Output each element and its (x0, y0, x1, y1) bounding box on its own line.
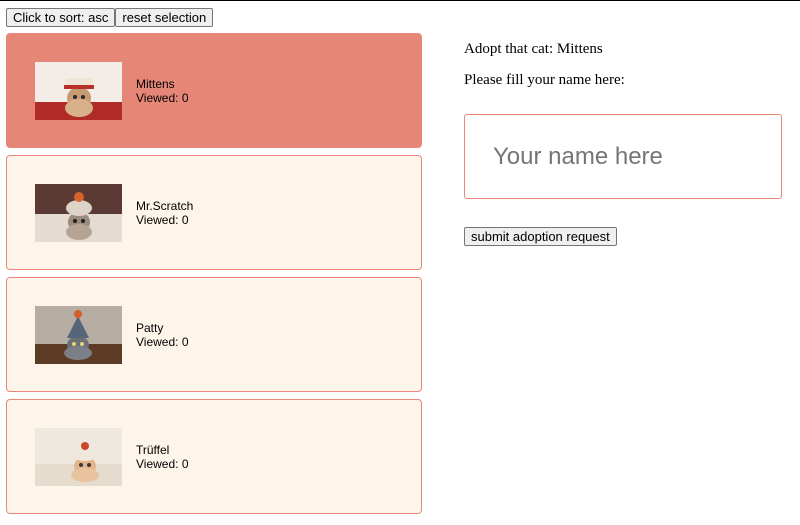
viewed-count: Viewed: 0 (136, 335, 189, 349)
name-prompt: Please fill your name here: (464, 72, 625, 88)
viewed-count: Viewed: 0 (136, 213, 189, 227)
submit-adoption-button[interactable]: submit adoption request (464, 227, 617, 246)
cat-photo (35, 428, 122, 486)
cat-card-mittens[interactable]: Mittens Viewed: 0 (6, 33, 422, 148)
viewed-count: Viewed: 0 (136, 91, 189, 105)
toolbar: Click to sort: asc reset selection (6, 8, 214, 27)
reset-selection-button[interactable]: reset selection (115, 8, 214, 27)
cat-name: Mittens (136, 77, 175, 91)
cat-card-mr-scratch[interactable]: Mr.Scratch Viewed: 0 (6, 155, 422, 270)
cat-photo (35, 62, 122, 120)
cat-name: Trüffel (136, 443, 170, 457)
cat-name: Mr.Scratch (136, 199, 194, 213)
selected-cat-name: Mittens (556, 41, 603, 57)
cat-photo (35, 184, 122, 242)
cat-name: Patty (136, 321, 164, 335)
top-border (0, 0, 800, 1)
cat-photo (35, 306, 122, 364)
cat-card-patty[interactable]: Patty Viewed: 0 (6, 277, 422, 392)
name-input[interactable] (464, 114, 782, 199)
cat-card-truffel[interactable]: Trüffel Viewed: 0 (6, 399, 422, 514)
sort-button[interactable]: Click to sort: asc (6, 8, 116, 27)
viewed-count: Viewed: 0 (136, 457, 189, 471)
adopt-heading: Adopt that cat: Mittens (464, 41, 603, 57)
